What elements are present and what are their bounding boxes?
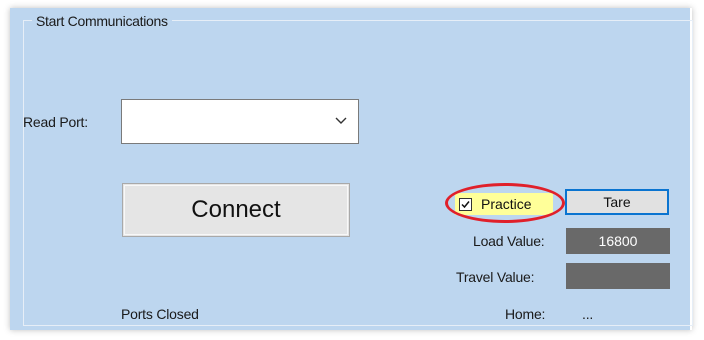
chevron-down-icon xyxy=(335,117,347,124)
ports-status-text: Ports Closed xyxy=(121,306,199,322)
connect-button[interactable]: Connect xyxy=(122,183,350,237)
travel-value-label: Travel Value: xyxy=(456,269,535,285)
home-label: Home: xyxy=(505,306,546,322)
read-port-select[interactable] xyxy=(121,99,359,144)
home-value: ... xyxy=(582,306,594,322)
annotation-ring xyxy=(445,183,565,223)
travel-value-display xyxy=(566,263,670,289)
tare-button[interactable]: Tare xyxy=(565,189,669,215)
app-window: Start Communications Read Port: Connect … xyxy=(10,8,693,330)
load-value-label: Load Value: xyxy=(473,233,545,249)
groupbox-title: Start Communications xyxy=(32,13,172,29)
read-port-label: Read Port: xyxy=(23,114,88,130)
load-value-display: 16800 xyxy=(566,228,670,254)
